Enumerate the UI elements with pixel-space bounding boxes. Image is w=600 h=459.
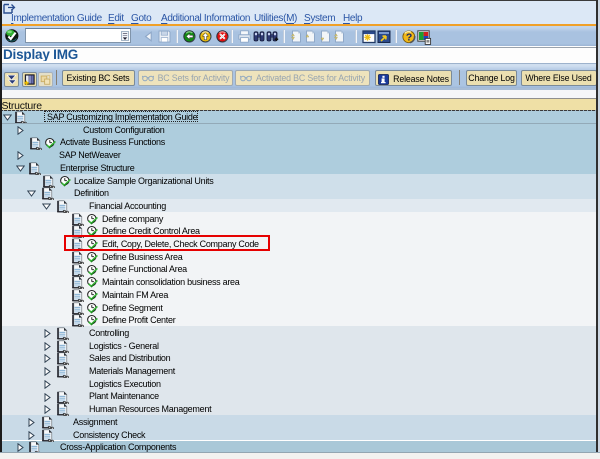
svg-text:?: ? [405, 31, 411, 43]
